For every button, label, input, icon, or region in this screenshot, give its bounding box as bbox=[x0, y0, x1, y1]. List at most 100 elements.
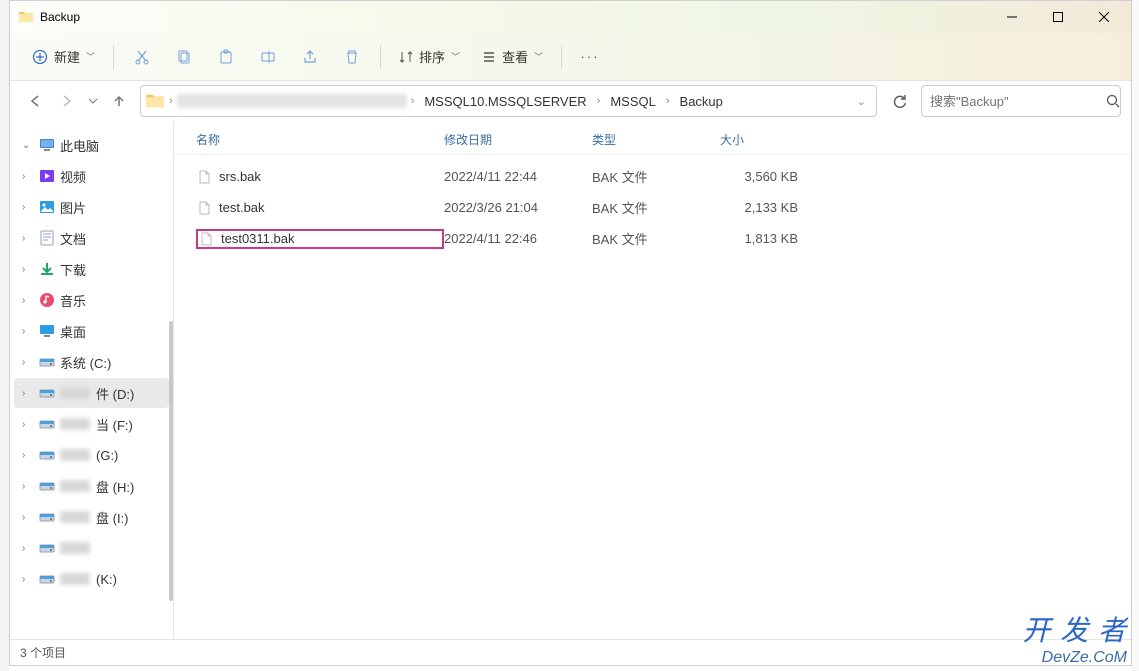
tree-label: 视频 bbox=[60, 167, 86, 186]
file-size: 1,813 KB bbox=[720, 231, 810, 246]
new-button[interactable]: 新建 ﹀ bbox=[22, 40, 105, 74]
expand-icon[interactable]: › bbox=[22, 481, 34, 492]
expand-icon[interactable]: › bbox=[22, 512, 34, 523]
blurred-path-segment[interactable] bbox=[177, 94, 407, 108]
tree-item[interactable]: › 系统 (C:) bbox=[14, 347, 169, 377]
delete-button[interactable] bbox=[332, 40, 372, 74]
music-icon bbox=[38, 291, 56, 309]
file-size: 2,133 KB bbox=[720, 200, 810, 215]
more-button[interactable]: ··· bbox=[570, 40, 610, 74]
rename-button[interactable] bbox=[248, 40, 288, 74]
expand-icon[interactable]: › bbox=[22, 543, 34, 554]
folder-icon bbox=[18, 9, 34, 25]
chevron-right-icon[interactable]: › bbox=[595, 95, 603, 107]
title-bar[interactable]: Backup bbox=[10, 1, 1131, 33]
tree-label: 盘 (H:) bbox=[96, 477, 134, 496]
tree-item[interactable]: › 当 (F:) bbox=[14, 409, 169, 439]
expand-icon[interactable]: › bbox=[22, 295, 34, 306]
tree-item[interactable]: ⌄ 此电脑 bbox=[14, 130, 169, 160]
col-modified[interactable]: 修改日期 bbox=[444, 131, 592, 148]
file-size: 3,560 KB bbox=[720, 169, 810, 184]
up-button[interactable] bbox=[104, 86, 134, 116]
file-name: test.bak bbox=[219, 200, 265, 215]
paste-button[interactable] bbox=[206, 40, 246, 74]
breadcrumb[interactable]: MSSQL10.MSSQLSERVER bbox=[418, 87, 592, 115]
file-row[interactable]: test0311.bak 2022/4/11 22:46 BAK 文件 1,81… bbox=[174, 223, 1131, 254]
tree-item[interactable]: › 视频 bbox=[14, 161, 169, 191]
file-icon bbox=[196, 200, 212, 216]
file-icon bbox=[198, 231, 214, 247]
maximize-button[interactable] bbox=[1035, 2, 1081, 32]
share-button[interactable] bbox=[290, 40, 330, 74]
video-icon bbox=[38, 167, 56, 185]
tree-item[interactable]: › 件 (D:) bbox=[14, 378, 169, 408]
view-button[interactable]: 查看 ﹀ bbox=[472, 40, 553, 74]
file-row[interactable]: test.bak 2022/3/26 21:04 BAK 文件 2,133 KB bbox=[174, 192, 1131, 223]
back-button[interactable] bbox=[20, 86, 50, 116]
file-name: srs.bak bbox=[219, 169, 261, 184]
scrollbar-thumb[interactable] bbox=[169, 321, 173, 601]
pic-icon bbox=[38, 198, 56, 216]
breadcrumb[interactable]: MSSQL bbox=[604, 87, 662, 115]
sort-label: 排序 bbox=[419, 47, 445, 66]
col-type[interactable]: 类型 bbox=[592, 131, 720, 148]
cut-button[interactable] bbox=[122, 40, 162, 74]
file-name-cell: srs.bak bbox=[196, 169, 444, 185]
tree-item[interactable]: › (G:) bbox=[14, 440, 169, 470]
breadcrumb[interactable]: Backup bbox=[674, 87, 729, 115]
copy-button[interactable] bbox=[164, 40, 204, 74]
search-box[interactable] bbox=[921, 85, 1121, 117]
tree-item[interactable]: › (K:) bbox=[14, 564, 169, 594]
tree-item[interactable]: › bbox=[14, 533, 169, 563]
tree-item[interactable]: › 桌面 bbox=[14, 316, 169, 346]
expand-icon[interactable]: › bbox=[22, 419, 34, 430]
chevron-down-icon: ﹀ bbox=[86, 50, 95, 63]
forward-button[interactable] bbox=[52, 86, 82, 116]
expand-icon[interactable]: › bbox=[22, 388, 34, 399]
refresh-button[interactable] bbox=[883, 86, 915, 116]
address-bar[interactable]: › › MSSQL10.MSSQLSERVER › MSSQL › Backup… bbox=[140, 85, 877, 117]
separator bbox=[561, 45, 562, 69]
tree-label: 音乐 bbox=[60, 291, 86, 310]
expand-icon[interactable]: › bbox=[22, 264, 34, 275]
chevron-right-icon[interactable]: › bbox=[167, 95, 175, 107]
tree-item[interactable]: › 图片 bbox=[14, 192, 169, 222]
file-modified: 2022/4/11 22:44 bbox=[444, 169, 592, 184]
chevron-right-icon[interactable]: › bbox=[409, 95, 417, 107]
nav-pane[interactable]: ⌄ 此电脑› 视频› 图片› 文档› 下载› 音乐› 桌面› 系统 (C:)› … bbox=[10, 121, 174, 639]
expand-icon[interactable]: › bbox=[22, 202, 34, 213]
tree-label: 件 (D:) bbox=[96, 384, 134, 403]
blurred-label bbox=[60, 418, 90, 430]
doc-icon bbox=[38, 229, 56, 247]
drive-icon bbox=[38, 539, 56, 557]
blurred-label bbox=[60, 542, 90, 554]
column-headers[interactable]: 名称 修改日期 类型 大小 bbox=[174, 121, 1131, 155]
expand-icon[interactable]: › bbox=[22, 357, 34, 368]
search-input[interactable] bbox=[930, 94, 1106, 109]
expand-icon[interactable]: › bbox=[22, 450, 34, 461]
expand-icon[interactable]: › bbox=[22, 326, 34, 337]
recent-button[interactable] bbox=[84, 86, 102, 116]
tree-item[interactable]: › 文档 bbox=[14, 223, 169, 253]
search-icon[interactable] bbox=[1106, 94, 1120, 108]
expand-icon[interactable]: › bbox=[22, 171, 34, 182]
chevron-right-icon[interactable]: › bbox=[664, 95, 672, 107]
tree-item[interactable]: › 盘 (I:) bbox=[14, 502, 169, 532]
sort-button[interactable]: 排序 ﹀ bbox=[389, 40, 470, 74]
expand-icon[interactable]: ⌄ bbox=[22, 140, 34, 151]
col-size[interactable]: 大小 bbox=[720, 131, 810, 148]
file-row[interactable]: srs.bak 2022/4/11 22:44 BAK 文件 3,560 KB bbox=[174, 161, 1131, 192]
file-icon bbox=[196, 169, 212, 185]
tree-item[interactable]: › 盘 (H:) bbox=[14, 471, 169, 501]
tree-item[interactable]: › 音乐 bbox=[14, 285, 169, 315]
expand-icon[interactable]: › bbox=[22, 233, 34, 244]
drive-icon bbox=[38, 508, 56, 526]
col-name[interactable]: 名称 bbox=[196, 131, 444, 148]
tree-item[interactable]: › 下载 bbox=[14, 254, 169, 284]
close-button[interactable] bbox=[1081, 2, 1127, 32]
chevron-down-icon[interactable]: ⌄ bbox=[855, 95, 868, 108]
expand-icon[interactable]: › bbox=[22, 574, 34, 585]
drive-icon bbox=[38, 353, 56, 371]
minimize-button[interactable] bbox=[989, 2, 1035, 32]
toolbar: 新建 ﹀ 排序 ﹀ 查看 ﹀ ··· bbox=[10, 33, 1131, 81]
